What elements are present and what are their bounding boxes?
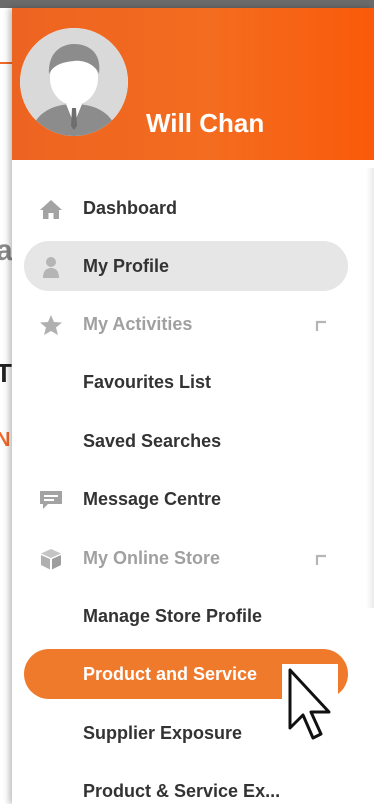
menu-item-label: Saved Searches	[83, 431, 222, 451]
menu-item-message-centre[interactable]: Message Centre	[24, 474, 348, 524]
background-text-fragment: a	[0, 234, 13, 267]
menu-item-label: Product and Service	[83, 664, 258, 684]
scroll-edge	[366, 168, 374, 608]
menu-item-saved-searches[interactable]: Saved Searches	[24, 416, 348, 466]
background-text-fragment: T	[0, 358, 12, 388]
box-icon	[38, 548, 64, 570]
background-text-fragment: N	[0, 429, 11, 451]
menu-item-label: Favourites List	[83, 372, 212, 392]
expand-corner-icon[interactable]	[314, 318, 328, 332]
expand-corner-icon[interactable]	[314, 552, 328, 566]
menu-item-dashboard[interactable]: Dashboard	[24, 183, 348, 233]
menu-item-label: My Online Store	[83, 548, 221, 568]
star-icon	[38, 314, 64, 336]
home-icon	[38, 198, 64, 220]
menu-item-favourites-list[interactable]: Favourites List	[24, 357, 348, 407]
menu-item-label: Manage Store Profile	[83, 606, 263, 626]
menu-item-my-activities[interactable]: My Activities	[24, 299, 348, 349]
drawer-header: Will Chan	[12, 8, 374, 160]
menu-item-my-online-store[interactable]: My Online Store	[24, 533, 348, 583]
menu-item-label: Dashboard	[83, 198, 178, 218]
person-icon	[38, 256, 64, 278]
menu-item-label: Product & Service Ex...	[83, 781, 281, 801]
menu-item-manage-store-profile[interactable]: Manage Store Profile	[24, 591, 348, 641]
menu-item-label: Supplier Exposure	[83, 723, 243, 743]
menu-item-label: My Activities	[83, 314, 193, 334]
top-strip	[0, 0, 374, 8]
menu-item-label: Message Centre	[83, 489, 222, 509]
avatar-placeholder-icon	[20, 28, 128, 136]
mouse-pointer-icon	[282, 664, 338, 746]
menu-item-product-service-ex[interactable]: Product & Service Ex...	[24, 766, 348, 804]
menu-item-label: My Profile	[83, 256, 170, 276]
avatar[interactable]	[20, 28, 128, 136]
user-name[interactable]: Will Chan	[146, 108, 264, 139]
message-icon	[38, 489, 64, 511]
menu-item-my-profile[interactable]: My Profile	[24, 241, 348, 291]
